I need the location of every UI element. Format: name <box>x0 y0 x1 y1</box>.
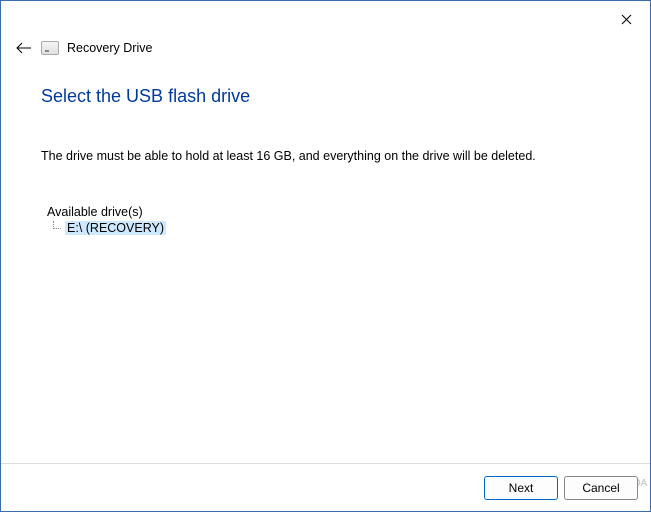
cancel-button[interactable]: Cancel <box>564 476 638 500</box>
drive-list-item[interactable]: E:\ (RECOVERY) <box>51 221 610 235</box>
wizard-header: Recovery Drive <box>15 39 152 57</box>
tree-connector-icon <box>51 221 65 235</box>
content-area: Select the USB flash drive The drive mus… <box>41 86 610 235</box>
wizard-title: Recovery Drive <box>67 41 152 55</box>
next-button[interactable]: Next <box>484 476 558 500</box>
footer: Next Cancel <box>1 463 650 511</box>
page-heading: Select the USB flash drive <box>41 86 610 107</box>
drive-name: E:\ (RECOVERY) <box>65 221 166 235</box>
drives-section: Available drive(s) E:\ (RECOVERY) <box>47 205 610 235</box>
back-button[interactable] <box>15 39 33 57</box>
close-button[interactable] <box>614 7 638 31</box>
disk-icon <box>41 41 59 55</box>
drives-label: Available drive(s) <box>47 205 610 219</box>
page-description: The drive must be able to hold at least … <box>41 149 610 163</box>
